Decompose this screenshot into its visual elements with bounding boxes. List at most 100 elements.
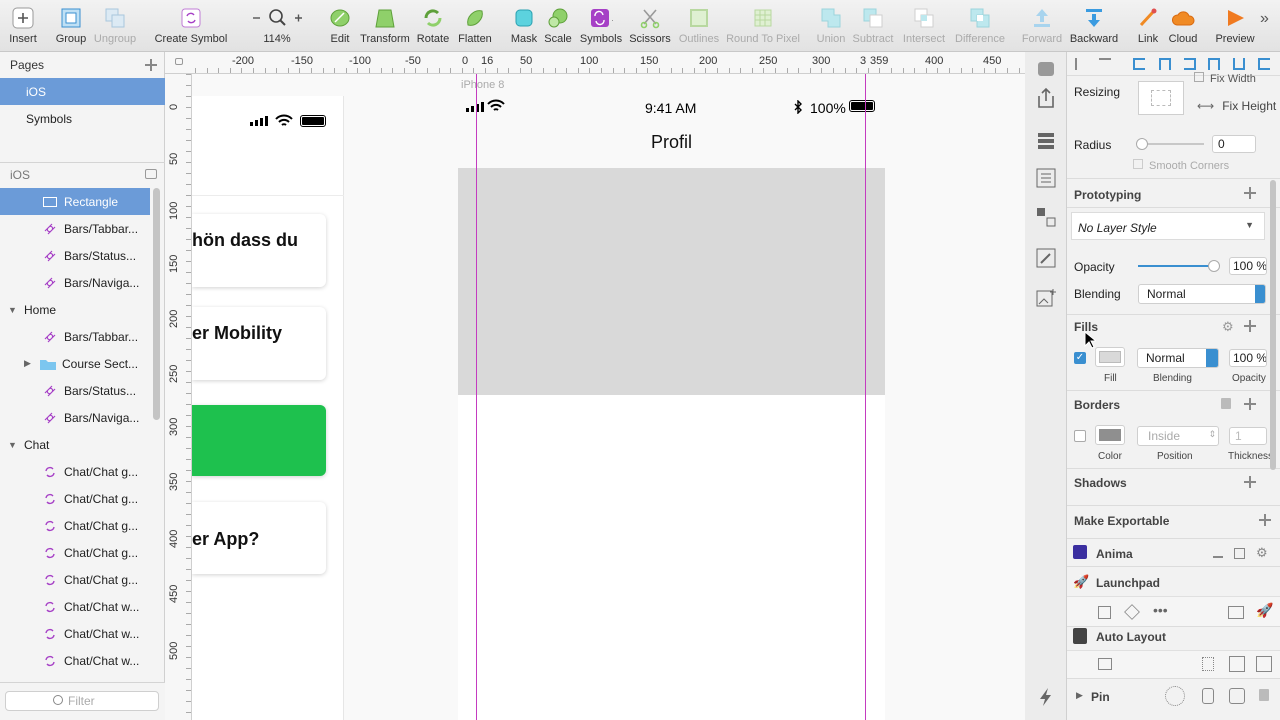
device-icon[interactable]: [1229, 656, 1245, 672]
intersect-button[interactable]: Intersect: [900, 6, 948, 50]
scissors-button[interactable]: Scissors: [628, 6, 672, 50]
opacity-slider-knob[interactable]: [1208, 260, 1220, 272]
trash-icon[interactable]: [1259, 689, 1269, 701]
layer-row[interactable]: Chat/Chat g...: [0, 485, 150, 512]
filter-input[interactable]: Filter: [5, 691, 159, 711]
ungroup-button[interactable]: Ungroup: [93, 6, 137, 50]
align-bottom-icon[interactable]: [1258, 58, 1270, 70]
artboard-label[interactable]: iPhone 8: [461, 79, 504, 91]
panel-icon[interactable]: [1234, 548, 1245, 559]
page-item-symbols[interactable]: Symbols: [0, 105, 165, 132]
cloud-button[interactable]: Cloud: [1166, 6, 1200, 50]
layer-row[interactable]: ▼ Home: [0, 296, 150, 323]
page-item-ios[interactable]: iOS: [0, 78, 165, 105]
align-top-icon[interactable]: [1208, 58, 1220, 70]
fill-color-swatch[interactable]: [1095, 347, 1125, 367]
opacity-slider[interactable]: [1138, 260, 1220, 272]
border-position-select[interactable]: Inside ⇕: [1137, 426, 1219, 446]
flatten-button[interactable]: Flatten: [456, 6, 494, 50]
layer-row[interactable]: Bars/Tabbar...: [0, 323, 150, 350]
layer-row[interactable]: Chat/Chat w...: [0, 647, 150, 674]
collapse-all-icon[interactable]: [145, 169, 157, 179]
round-to-pixel-button[interactable]: Round To Pixel: [725, 6, 801, 50]
rotate-button[interactable]: Rotate: [416, 6, 450, 50]
backward-button[interactable]: Backward: [1069, 6, 1119, 50]
lightning-icon[interactable]: [1034, 685, 1058, 709]
more-icon[interactable]: •••: [1153, 602, 1168, 618]
mask-button[interactable]: Mask: [509, 6, 539, 50]
insert-button[interactable]: Insert: [6, 6, 40, 50]
group-button[interactable]: Group: [54, 6, 88, 50]
add-export-icon[interactable]: [1259, 514, 1271, 526]
layer-row[interactable]: Rectangle: [0, 188, 150, 215]
disclosure-open-icon[interactable]: ▼: [8, 305, 17, 315]
scale-button[interactable]: Scale: [543, 6, 573, 50]
layer-row[interactable]: Bars/Tabbar...: [0, 215, 150, 242]
course-card-3[interactable]: [192, 405, 326, 476]
rocket-small-icon[interactable]: 🚀: [1256, 602, 1273, 619]
layers-scrollbar[interactable]: [153, 188, 160, 420]
fill-enabled-checkbox[interactable]: ✓: [1074, 352, 1086, 364]
layer-row[interactable]: Bars/Status...: [0, 377, 150, 404]
resizing-widget[interactable]: [1138, 81, 1184, 115]
layer-style-select[interactable]: No Layer Style ▼: [1071, 212, 1265, 240]
layer-row[interactable]: Bars/Status...: [0, 242, 150, 269]
gear-icon[interactable]: ⚙: [1222, 319, 1234, 335]
layer-row[interactable]: Chat/Chat w...: [0, 593, 150, 620]
more-toolbar-icon[interactable]: »: [1260, 10, 1269, 28]
share-icon[interactable]: [1034, 86, 1058, 110]
pin-vertical-icon[interactable]: [1202, 688, 1214, 704]
selected-rectangle[interactable]: [458, 168, 885, 395]
align-left-icon[interactable]: [1133, 58, 1145, 70]
pen-tool-icon[interactable]: [1034, 246, 1058, 270]
outlines-button[interactable]: Outlines: [677, 6, 721, 50]
disclosure-closed-icon[interactable]: ▶: [24, 358, 32, 369]
disclosure-triangle-icon[interactable]: ▶: [1076, 690, 1083, 701]
opacity-field[interactable]: 100 %: [1229, 257, 1267, 275]
layer-row[interactable]: Chat/Chat g...: [0, 512, 150, 539]
canvas[interactable]: hön dass du er Mobility er App? iPhone 8…: [192, 74, 1025, 720]
border-enabled-checkbox[interactable]: [1074, 430, 1086, 442]
make-exportable-header[interactable]: Make Exportable: [1074, 514, 1169, 528]
cube-icon[interactable]: [1124, 604, 1140, 620]
radius-field[interactable]: 0: [1212, 135, 1256, 153]
align-middle-icon[interactable]: [1233, 58, 1245, 70]
horizontal-ruler[interactable]: -200 -150 -100 -50 0 16 50 100 150 200 250 300 3 359 4…: [165, 52, 1025, 74]
pin-horizontal-icon[interactable]: [1229, 688, 1245, 704]
lock-icon[interactable]: [175, 58, 183, 65]
course-card-1[interactable]: hön dass du: [192, 214, 326, 287]
layer-row[interactable]: ▼ Chat: [0, 431, 150, 458]
copy-icon[interactable]: [1098, 606, 1111, 619]
layers-stack-icon[interactable]: [1034, 129, 1058, 153]
list-panel-icon[interactable]: [1034, 166, 1058, 190]
blending-select[interactable]: Normal: [1138, 284, 1266, 304]
smooth-corners-option[interactable]: Smooth Corners: [1133, 159, 1229, 172]
align-right-icon[interactable]: [1184, 58, 1196, 70]
edit-button[interactable]: Edit: [327, 6, 353, 50]
gear-icon[interactable]: ⚙: [1256, 545, 1268, 561]
layer-row[interactable]: Bars/Naviga...: [0, 404, 150, 431]
forward-button[interactable]: Forward: [1021, 6, 1063, 50]
radius-slider-knob[interactable]: [1136, 138, 1148, 150]
align-center-icon[interactable]: [1159, 58, 1171, 70]
add-image-icon[interactable]: [1034, 286, 1058, 310]
border-color-swatch[interactable]: [1095, 425, 1125, 445]
symbols-button[interactable]: Symbols: [579, 6, 623, 50]
layer-row[interactable]: ▶ Course Sect...: [0, 350, 150, 377]
add-border-icon[interactable]: [1244, 398, 1256, 410]
add-shadow-icon[interactable]: [1244, 476, 1256, 488]
course-card-4[interactable]: er App?: [192, 502, 326, 574]
transform-button[interactable]: Transform: [358, 6, 412, 50]
radius-slider[interactable]: [1136, 138, 1204, 150]
layer-row[interactable]: Chat/Chat g...: [0, 539, 150, 566]
trash-icon[interactable]: [1221, 398, 1231, 409]
fix-height-option[interactable]: ⟷ Fix Height: [1197, 99, 1276, 113]
pin-center-icon[interactable]: [1165, 686, 1185, 706]
link-button[interactable]: Link: [1134, 6, 1162, 50]
fill-blending-select[interactable]: Normal: [1137, 348, 1219, 368]
close-panel-icon[interactable]: [1034, 57, 1058, 81]
browser-icon[interactable]: [1228, 606, 1244, 619]
fix-width-option[interactable]: Fix Width: [1194, 72, 1256, 85]
component-icon[interactable]: [1034, 205, 1058, 229]
difference-button[interactable]: Difference: [953, 6, 1007, 50]
